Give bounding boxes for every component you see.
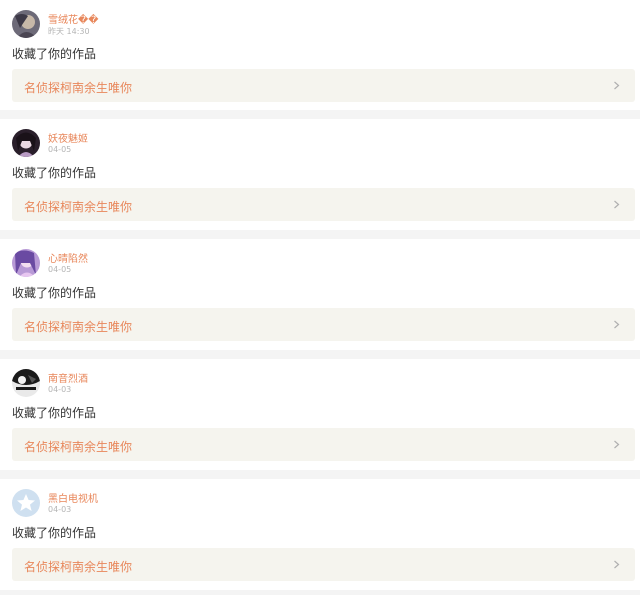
work-title: 名侦探柯南余生唯你 [24, 440, 133, 454]
avatar-portrait-icon [12, 249, 40, 277]
user-avatar[interactable] [12, 369, 40, 397]
notification-time: 昨天 14:30 [48, 27, 90, 36]
notification-time: 04-05 [48, 265, 72, 274]
chevron-right-icon [614, 320, 620, 329]
notification-action-text: 收藏了你的作品 [12, 286, 97, 300]
user-avatar[interactable] [12, 249, 40, 277]
user-name[interactable]: 南音烈酒 [48, 370, 88, 385]
user-avatar[interactable] [12, 129, 40, 157]
user-name[interactable]: 心晴陷然 [48, 250, 88, 265]
avatar-portrait-icon [12, 369, 40, 397]
work-title: 名侦探柯南余生唯你 [24, 200, 133, 214]
notification-item: 黑白电视机 04-03 收藏了你的作品 名侦探柯南余生唯你 [0, 479, 640, 590]
notification-item: 雪绒花�� 昨天 14:30 收藏了你的作品 名侦探柯南余生唯你 [0, 0, 640, 110]
work-link[interactable]: 名侦探柯南余生唯你 [12, 548, 635, 581]
work-title: 名侦探柯南余生唯你 [24, 81, 133, 95]
user-name[interactable]: 雪绒花�� [48, 11, 99, 26]
chevron-right-icon [614, 440, 620, 449]
default-avatar-star-icon [12, 489, 40, 517]
notification-feed: 雪绒花�� 昨天 14:30 收藏了你的作品 名侦探柯南余生唯你 妖夜魅姬 04… [0, 0, 640, 590]
notification-item: 妖夜魅姬 04-05 收藏了你的作品 名侦探柯南余生唯你 [0, 119, 640, 230]
notification-time: 04-05 [48, 145, 72, 154]
notification-action-text: 收藏了你的作品 [12, 166, 97, 180]
avatar-portrait-icon [12, 129, 40, 157]
work-link[interactable]: 名侦探柯南余生唯你 [12, 69, 635, 102]
notification-action-text: 收藏了你的作品 [12, 47, 97, 61]
chevron-right-icon [614, 81, 620, 90]
work-link[interactable]: 名侦探柯南余生唯你 [12, 188, 635, 221]
work-link[interactable]: 名侦探柯南余生唯你 [12, 308, 635, 341]
work-title: 名侦探柯南余生唯你 [24, 320, 133, 334]
user-name[interactable]: 黑白电视机 [48, 490, 98, 505]
chevron-right-icon [614, 200, 620, 209]
user-avatar[interactable] [12, 489, 40, 517]
avatar-portrait-icon [12, 10, 40, 38]
user-name[interactable]: 妖夜魅姬 [48, 130, 88, 145]
work-link[interactable]: 名侦探柯南余生唯你 [12, 428, 635, 461]
chevron-right-icon [614, 560, 620, 569]
notification-time: 04-03 [48, 385, 72, 394]
notification-action-text: 收藏了你的作品 [12, 526, 97, 540]
notification-time: 04-03 [48, 505, 72, 514]
user-avatar[interactable] [12, 10, 40, 38]
notification-item: 南音烈酒 04-03 收藏了你的作品 名侦探柯南余生唯你 [0, 359, 640, 470]
work-title: 名侦探柯南余生唯你 [24, 560, 133, 574]
notification-item: 心晴陷然 04-05 收藏了你的作品 名侦探柯南余生唯你 [0, 239, 640, 350]
notification-action-text: 收藏了你的作品 [12, 406, 97, 420]
